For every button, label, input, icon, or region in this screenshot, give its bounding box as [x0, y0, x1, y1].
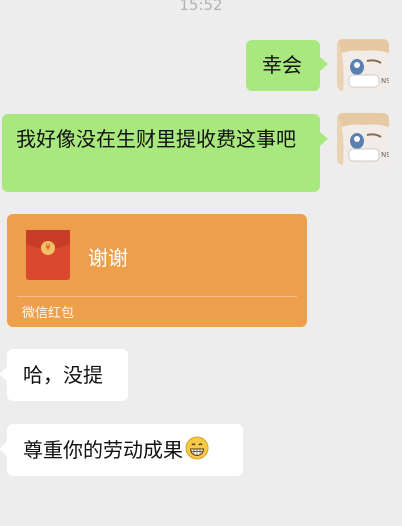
message-text: 哈，没提 — [23, 363, 103, 387]
red-packet-caption: 微信红包 — [22, 306, 75, 321]
divider — [17, 296, 297, 297]
avatar[interactable]: N9 — [337, 113, 389, 165]
coin-icon: ¥ — [41, 241, 55, 255]
message-text: 幸会 — [262, 53, 302, 77]
grinning-face-icon — [185, 436, 209, 467]
avatar[interactable]: N9 — [337, 39, 389, 91]
message-bubble-incoming[interactable]: 尊重你的劳动成果 — [0, 424, 243, 476]
message-bubble-incoming[interactable]: 哈，没提 — [0, 349, 128, 401]
bubble-tail — [320, 57, 328, 71]
message-bubble-outgoing[interactable]: 幸会 — [246, 40, 328, 91]
red-packet-title: 谢谢 — [88, 246, 128, 270]
message-text: 我好像没在生财里提收费这事吧 — [16, 127, 296, 151]
svg-text:N9: N9 — [381, 151, 389, 159]
bubble-tail — [0, 442, 7, 456]
svg-text:N9: N9 — [381, 77, 389, 85]
message-text: 尊重你的劳动成果 — [23, 438, 183, 462]
timestamp: 15:52 — [179, 0, 223, 14]
message-bubble-outgoing[interactable]: 我好像没在生财里提收费这事吧 — [2, 114, 328, 192]
red-packet-card[interactable]: ¥ 谢谢 微信红包 — [7, 214, 307, 327]
bubble-tail — [0, 367, 7, 381]
red-packet-icon: ¥ — [26, 230, 70, 280]
bubble-tail — [320, 132, 328, 146]
